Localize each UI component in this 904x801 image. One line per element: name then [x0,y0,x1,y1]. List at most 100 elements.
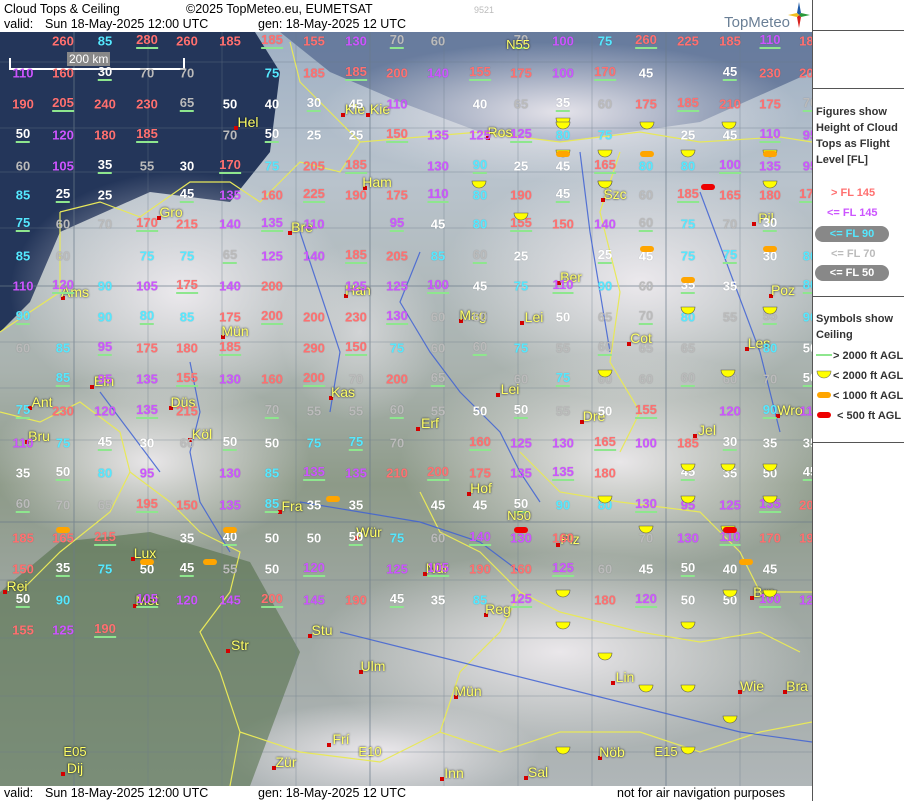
cloud-top-value: 50 [306,530,322,546]
cloud-top-value: 60 [680,370,696,387]
yellow-half-circle-icon [638,684,654,693]
cloud-top-value: 190 [799,530,812,546]
legend-item-le145: <= FL 145 [827,207,878,219]
city-label: Mün [454,683,482,699]
city-label: Dij [66,760,84,776]
cloud-top-value: 50 [222,96,238,112]
city-label: Lin [615,669,635,685]
cloud-top-value: 50 [680,592,696,608]
cloud-top-value: 50 [472,403,488,419]
cloud-top-value: 65 [430,370,446,387]
legend-item-le70: <= FL 70 [831,248,876,260]
cloud-top-value: 180 [594,592,616,608]
cloud-top-value: 125 [386,561,408,577]
cloud-top-value: 240 [94,96,116,112]
cloud-top-value: 75 [389,530,405,546]
city-label: Hel [237,114,259,130]
cloud-top-value: 50 [264,126,280,143]
cloud-top-value: 105 [136,591,158,608]
cloud-top-value: 70 [264,402,280,419]
cloud-top-value: 105 [427,560,449,577]
cloud-top-value: 260 [176,33,198,49]
cloud-top-value: 35 [802,435,812,451]
cloud-top-value: 185 [136,126,158,143]
cloud-top-value: 175 [136,340,158,356]
cloud-top-value: 55 [222,561,238,577]
cloud-top-value: 65 [222,247,238,264]
cloud-top-value: 45 [555,186,571,203]
yellow-half-circle-icon [638,525,654,534]
cloud-top-value: 215 [176,403,198,419]
valid-label: valid: [4,17,34,31]
cloud-top-value: 165 [594,157,616,174]
cloud-top-value: 160 [52,65,74,81]
cloud-top-value: 25 [97,187,113,203]
cloud-top-value: 55 [555,403,571,419]
cloud-top-value: 60 [597,561,613,577]
cloud-top-value: 60 [430,309,446,325]
cloud-top-value: 50 [55,464,71,481]
cloud-top-value: 100 [552,33,574,49]
cloud-top-value: 75 [55,435,71,451]
cloud-top-value: 75 [389,340,405,356]
cloud-top-value: 70 [762,371,778,387]
cloud-top-value: 185 [345,157,367,174]
cloud-top-value: 60 [513,371,529,387]
cloud-top-value: 75 [306,435,322,451]
grid-label: E05 [63,744,87,759]
cloud-top-value: 30 [762,215,778,232]
cloud-top-value: 85 [179,309,195,325]
cloud-top-value: 65 [97,497,113,513]
city-label: Lei [524,309,544,325]
cloud-top-value: 185 [345,64,367,81]
cloud-top-value: 65 [680,340,696,356]
yellow-half-circle-icon [680,621,696,630]
cloud-top-value: 155 [635,402,657,419]
cloud-top-value: 110 [759,126,781,143]
red-oval-icon [817,412,831,418]
orange-oval-icon [640,246,654,252]
cloud-top-value: 55 [348,403,364,419]
cloud-top-value: 190 [510,187,532,203]
legend-title: Figures show Height of Cloud Tops as Fli… [816,106,898,166]
cloud-top-value: 115 [799,403,812,419]
cloud-top-value: 140 [219,216,241,232]
city-marker [611,681,615,685]
cloud-top-value: 85 [15,187,31,203]
header-bar: Cloud Tops & Ceiling ©2025 TopMeteo.eu, … [0,0,812,32]
cloud-top-value: 30 [306,95,322,112]
cloud-top-value: 60 [430,530,446,546]
city-label: Bra [786,678,808,694]
cloud-top-value: 25 [55,186,71,203]
cloud-top-value: 110 [552,277,574,294]
orange-oval-icon [140,559,154,565]
cloud-top-value: 100 [552,65,574,81]
cloud-top-value: 100 [635,435,657,451]
cloud-top-value: 145 [303,592,325,608]
cloud-top-value: 85 [472,592,488,608]
grid-label: N50 [507,508,531,523]
cloud-top-value: 130 [552,435,574,451]
cloud-top-value: 190 [345,187,367,203]
cloud-top-value: 160 [510,561,532,577]
yellow-half-circle-icon [762,180,778,189]
symbol-label-lt1000: < 1000 ft AGL [833,390,904,402]
cloud-top-value: 90 [802,309,812,325]
cloud-top-value: 70 [222,127,238,143]
cloud-top-value: 65 [513,96,529,112]
cloud-top-value: 50 [680,560,696,577]
satellite-map[interactable]: 200 km Hel Kie Ham Ros Gro Bre Szc Pil Ams Han Ber… [0,32,812,786]
cloud-top-value: 230 [136,96,158,112]
cloud-top-value: 60 [430,33,446,49]
cloud-top-value: 50 [348,529,364,546]
city-label: Fra [281,498,303,514]
cloud-top-value: 45 [97,434,113,451]
cloud-top-value: 145 [219,592,241,608]
cloud-top-value: 25 [597,247,613,264]
cloud-top-value: 225 [677,33,699,49]
legend-item-le90: <= FL 90 [815,226,889,242]
cloud-top-value: 50 [264,530,280,546]
cloud-top-value: 170 [219,157,241,174]
cloud-top-value: 30 [97,64,113,81]
city-label: Ant [31,394,53,410]
